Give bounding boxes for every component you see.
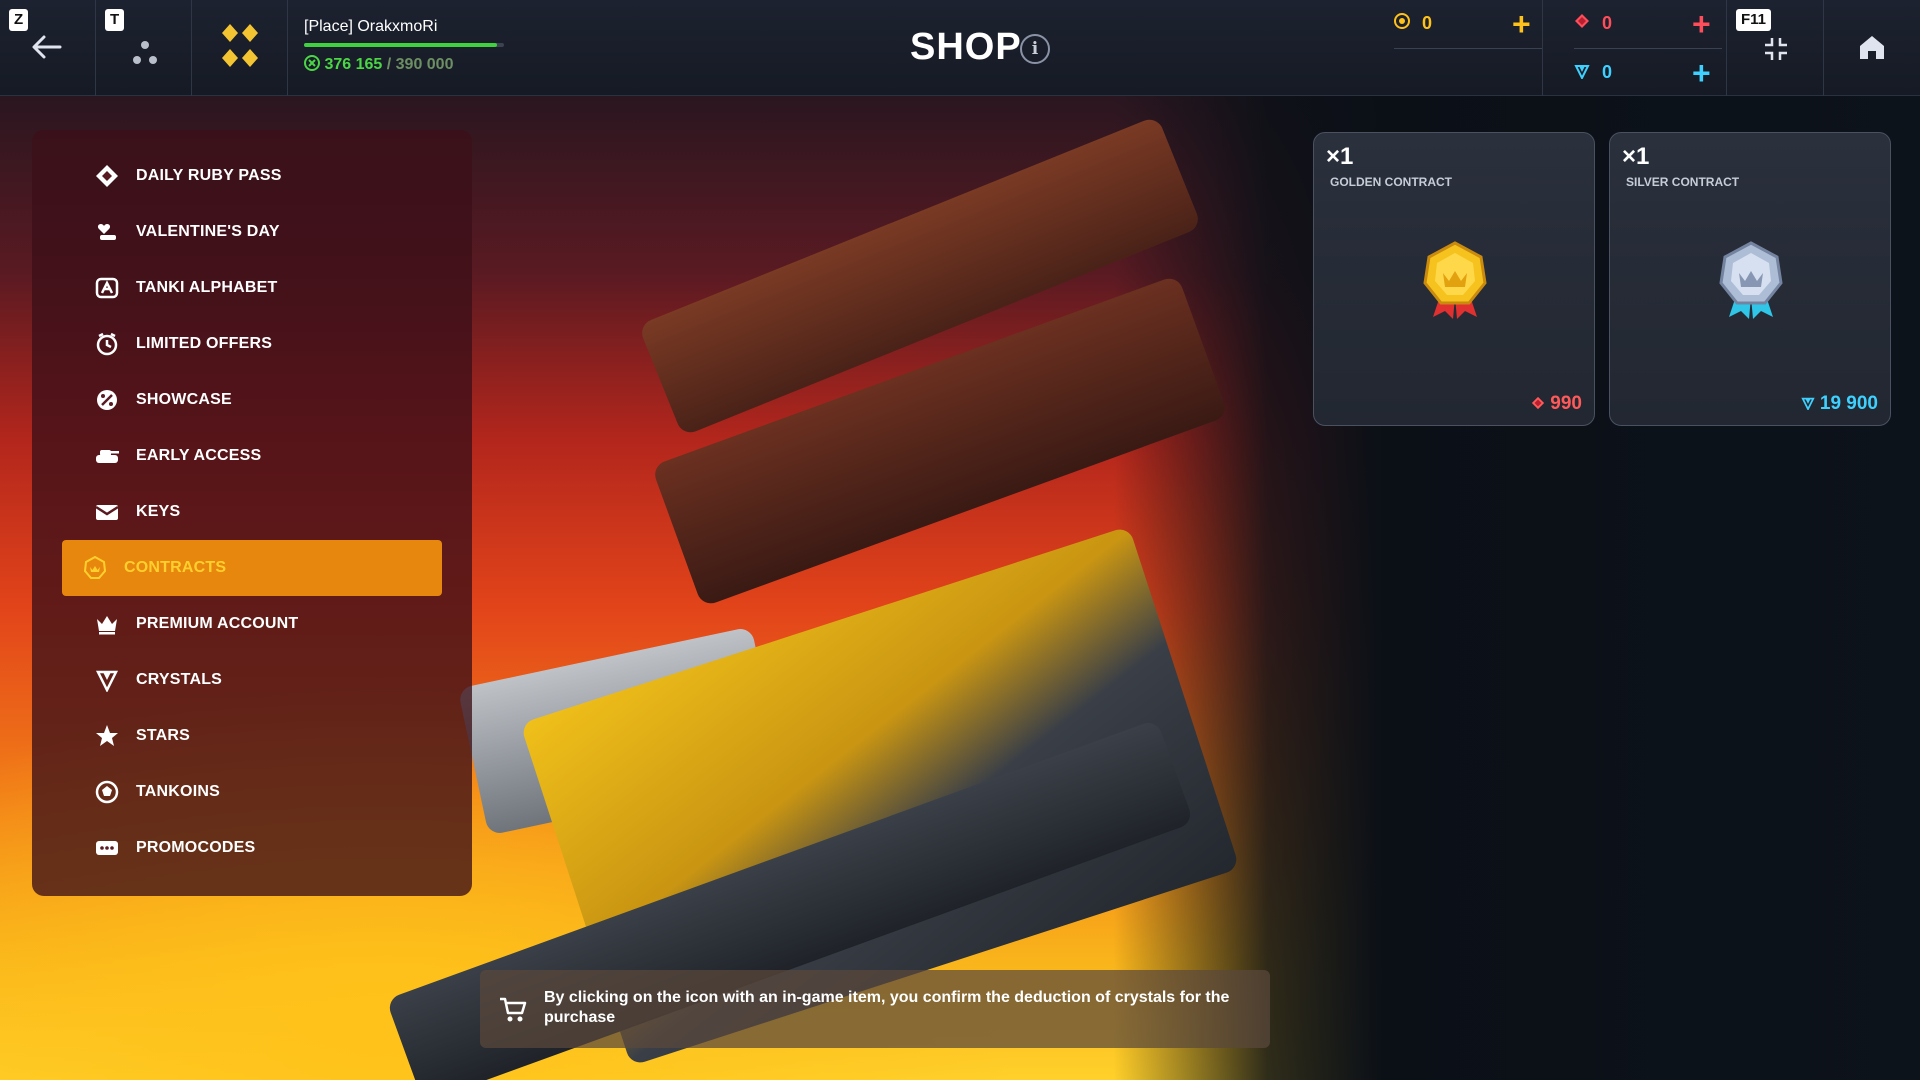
card-quantity: ×1 — [1622, 143, 1650, 170]
buy-tankoins-button[interactable]: + — [1512, 8, 1531, 40]
username: [Place] OrakxmoRi — [304, 18, 438, 35]
price-value: 990 — [1550, 393, 1582, 414]
sidebar-item-premium-account[interactable]: PREMIUM ACCOUNT — [60, 596, 444, 652]
buy-rubies-button[interactable]: + — [1692, 8, 1711, 40]
sidebar-item-label: PROMOCODES — [136, 839, 256, 856]
sidebar-item-limited-offers[interactable]: LIMITED OFFERS — [60, 316, 444, 372]
sidebar-item-daily-ruby-pass[interactable]: DAILY RUBY PASS — [60, 148, 444, 204]
rank-insignia-icon — [222, 24, 258, 67]
contracts-icon — [80, 553, 110, 583]
sidebar-item-label: KEYS — [136, 503, 181, 520]
sidebar-item-promocodes[interactable]: PROMOCODES — [60, 820, 444, 876]
shop-categories-sidebar: DAILY RUBY PASS VALENTINE'S DAY TANKI ALPH… — [32, 130, 472, 896]
product-card-silver-contract[interactable]: ×1 SILVER CONTRACT 19 900 — [1609, 132, 1891, 426]
promocode-icon — [92, 833, 122, 863]
crystals-balance: 0 — [1602, 62, 1613, 82]
silver-contract-medal-icon — [1719, 241, 1783, 319]
divider — [1394, 48, 1542, 49]
xp-icon — [304, 55, 320, 71]
crown-icon — [92, 609, 122, 639]
ruby-icon — [1531, 396, 1545, 410]
xp-separator: / — [382, 56, 396, 73]
buy-crystals-button[interactable]: + — [1692, 57, 1711, 89]
sidebar-item-stars[interactable]: STARS — [60, 708, 444, 764]
xp-progress-bar — [304, 43, 504, 47]
ruby-icon — [1575, 14, 1589, 28]
sidebar-item-crystals[interactable]: CRYSTALS — [60, 652, 444, 708]
star-icon — [92, 721, 122, 751]
golden-contract-medal-icon — [1423, 241, 1487, 319]
card-price: 19 900 — [1800, 393, 1878, 415]
cart-icon — [500, 997, 527, 1022]
early-access-icon — [92, 441, 122, 471]
home-icon[interactable] — [1859, 34, 1885, 60]
xp-readout: 376 165 / 390 000 — [304, 55, 453, 74]
sidebar-item-tankoins[interactable]: TANKOINS — [60, 764, 444, 820]
tankoin-icon — [92, 777, 122, 807]
currency-divider — [1542, 0, 1543, 96]
tankoins-balance: 0 — [1422, 13, 1433, 33]
limited-offers-icon — [92, 329, 122, 359]
purchase-notice: By clicking on the icon with an in-game … — [480, 970, 1270, 1048]
sidebar-item-keys[interactable]: KEYS — [60, 484, 444, 540]
sidebar-item-label: EARLY ACCESS — [136, 447, 262, 464]
price-value: 19 900 — [1819, 393, 1878, 414]
notice-text: By clicking on the icon with an in-game … — [544, 989, 1230, 1026]
xp-current: 376 165 — [324, 56, 383, 73]
friends-cell[interactable]: T — [96, 0, 192, 96]
divider — [1574, 48, 1722, 49]
sidebar-item-label: VALENTINE'S DAY — [136, 223, 280, 240]
sidebar-item-valentine-s-day[interactable]: VALENTINE'S DAY — [60, 204, 444, 260]
sidebar-item-tanki-alphabet[interactable]: TANKI ALPHABET — [60, 260, 444, 316]
card-quantity: ×1 — [1326, 143, 1354, 170]
crystal-icon — [1574, 65, 1590, 79]
info-icon[interactable]: i — [1020, 34, 1050, 64]
crystal-icon — [92, 665, 122, 695]
sidebar-item-label: DAILY RUBY PASS — [136, 167, 282, 184]
ruby-pass-icon — [92, 161, 122, 191]
card-price: 990 — [1531, 393, 1582, 415]
page-title: SHOP — [910, 26, 1022, 68]
showcase-icon — [92, 385, 122, 415]
sidebar-item-label: TANKI ALPHABET — [136, 279, 278, 296]
card-title: SILVER CONTRACT — [1626, 175, 1740, 189]
tankoin-icon — [1394, 13, 1410, 29]
rank-cell[interactable] — [192, 0, 288, 96]
crystal-icon — [1800, 397, 1815, 412]
back-arrow-icon[interactable] — [30, 32, 64, 62]
sidebar-item-label: CONTRACTS — [124, 559, 227, 576]
hotkey-f11-badge: F11 — [1736, 9, 1772, 31]
hotkey-z-badge: Z — [9, 9, 29, 31]
sidebar-item-contracts[interactable]: CONTRACTS — [62, 540, 442, 596]
sidebar-item-label: CRYSTALS — [136, 671, 223, 688]
fullscreen-cell[interactable]: F11 — [1726, 0, 1824, 96]
sidebar-item-label: SHOWCASE — [136, 391, 232, 408]
fullscreen-icon — [1765, 38, 1787, 60]
xp-progress-fill — [304, 43, 497, 47]
hotkey-t-badge: T — [105, 9, 125, 31]
sidebar-item-label: TANKOINS — [136, 783, 220, 800]
sidebar-item-label: STARS — [136, 727, 191, 744]
sidebar-item-label: LIMITED OFFERS — [136, 335, 273, 352]
friends-icon — [133, 41, 157, 64]
valentine-icon — [92, 217, 122, 247]
keys-icon — [92, 497, 122, 527]
product-card-golden-contract[interactable]: ×1 GOLDEN CONTRACT 990 — [1313, 132, 1595, 426]
sidebar-item-early-access[interactable]: EARLY ACCESS — [60, 428, 444, 484]
xp-max: 390 000 — [395, 56, 454, 73]
rubies-balance: 0 — [1602, 13, 1613, 33]
top-bar: Z T [Place] OrakxmoRi 376 165 / 390 000 … — [0, 0, 1920, 96]
home-cell[interactable] — [1824, 0, 1920, 96]
sidebar-item-showcase[interactable]: SHOWCASE — [60, 372, 444, 428]
alphabet-icon — [92, 273, 122, 303]
back-cell[interactable]: Z — [0, 0, 96, 96]
card-title: GOLDEN CONTRACT — [1330, 175, 1452, 189]
sidebar-item-label: PREMIUM ACCOUNT — [136, 615, 299, 632]
